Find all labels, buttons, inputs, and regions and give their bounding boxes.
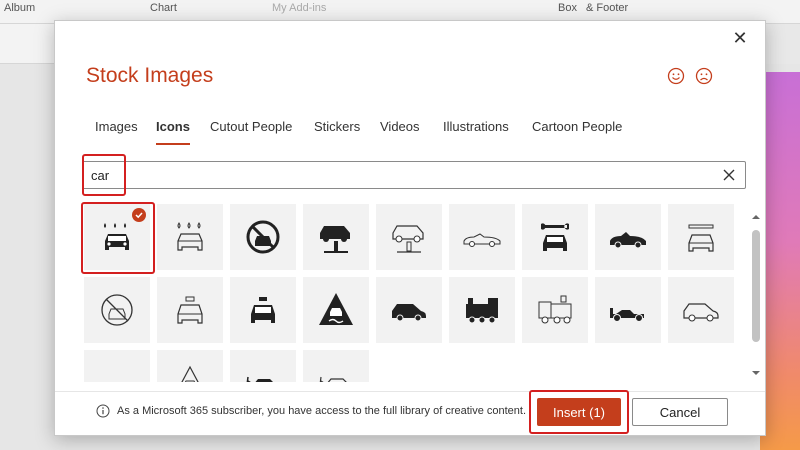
no-car-icon <box>246 220 280 254</box>
icon-tile-hatchback[interactable] <box>376 277 442 343</box>
car-wash-icon <box>104 223 129 250</box>
taxi-outline-icon <box>177 296 203 324</box>
info-icon <box>96 404 110 418</box>
no-car-outline-icon <box>101 294 133 326</box>
icon-tile-car-lift-outline[interactable] <box>376 204 442 270</box>
tab-cutout-people[interactable]: Cutout People <box>210 119 292 134</box>
icon-tile-no-car[interactable] <box>230 204 296 270</box>
electric-car-outline-icon <box>319 376 347 382</box>
icon-tile-race-car[interactable] <box>595 277 661 343</box>
electric-car-icon <box>246 376 273 382</box>
ribbon-album-label[interactable]: Album <box>4 2 35 14</box>
icon-tile-slippery-road[interactable] <box>303 277 369 343</box>
icon-tile-convertible-outline[interactable] <box>449 204 515 270</box>
icon-tile-electric-car-outline[interactable] <box>303 350 369 382</box>
cancel-button[interactable]: Cancel <box>632 398 728 426</box>
close-button[interactable]: ✕ <box>729 27 751 49</box>
icon-tile-taxi[interactable] <box>230 277 296 343</box>
convertible-car-icon <box>610 232 646 249</box>
ribbon-chart-label[interactable]: Chart <box>150 2 177 14</box>
locomotive-icon <box>466 298 498 324</box>
icon-tile-no-car-outline[interactable] <box>84 277 150 343</box>
icon-tile-car-wash-outline[interactable] <box>157 204 223 270</box>
scroll-down-icon[interactable] <box>751 368 761 378</box>
search-box <box>82 161 746 189</box>
race-car-icon <box>610 308 644 322</box>
scroll-thumb[interactable] <box>752 230 760 342</box>
ribbon-addins-label[interactable]: My Add-ins <box>272 2 326 14</box>
tab-illustrations[interactable]: Illustrations <box>443 119 509 134</box>
search-input[interactable] <box>91 166 691 184</box>
scroll-up-icon[interactable] <box>751 212 761 222</box>
icon-tile-taxi-outline[interactable] <box>157 277 223 343</box>
icon-tile-slippery-road-outline[interactable] <box>157 350 223 382</box>
car-repair-outline-icon <box>688 224 714 252</box>
tab-images[interactable]: Images <box>95 119 138 134</box>
icon-grid <box>84 204 744 382</box>
tab-icons[interactable]: Icons <box>156 119 190 145</box>
icon-tile-car-repair[interactable] <box>522 204 588 270</box>
car-lift-outline-icon <box>392 225 424 253</box>
frown-feedback-icon[interactable] <box>695 67 713 85</box>
slide-preview <box>760 72 800 450</box>
selected-check-icon <box>132 208 146 222</box>
locomotive-outline-icon <box>538 295 572 324</box>
slippery-road-sign-icon <box>319 293 353 325</box>
insert-button[interactable]: Insert (1) <box>537 398 621 426</box>
clear-search-icon[interactable] <box>721 167 737 183</box>
car-lift-icon <box>320 226 350 253</box>
hatchback-outline-icon <box>683 303 719 322</box>
icon-tile-electric-car[interactable] <box>230 350 296 382</box>
tab-videos[interactable]: Videos <box>380 119 420 134</box>
icon-tile-locomotive-outline[interactable] <box>522 277 588 343</box>
smile-feedback-icon[interactable] <box>667 67 685 85</box>
icon-grid-scrollbar[interactable] <box>749 204 763 382</box>
hatchback-car-icon <box>392 304 426 322</box>
footer-divider <box>55 391 765 392</box>
left-toolbar <box>0 24 54 84</box>
car-repair-icon <box>541 223 569 251</box>
icon-tile-car-wash[interactable] <box>84 204 150 270</box>
icon-tile-car-lift[interactable] <box>303 204 369 270</box>
icon-tile-locomotive[interactable] <box>449 277 515 343</box>
stock-images-dialog: ✕ Stock Images Images Icons Cutout Peopl… <box>54 20 766 436</box>
tab-cartoon-people[interactable]: Cartoon People <box>532 119 622 134</box>
slippery-road-outline-icon <box>181 365 199 382</box>
race-car-outline-icon <box>97 363 137 382</box>
car-wash-outline-icon <box>177 222 203 251</box>
convertible-outline-icon <box>463 233 501 247</box>
dialog-title: Stock Images <box>86 64 214 87</box>
icon-tile-race-car-outline[interactable] <box>84 350 150 382</box>
ribbon-box-label[interactable]: Box <box>558 2 577 14</box>
icon-tile-convertible-car[interactable] <box>595 204 661 270</box>
subscriber-info-text: As a Microsoft 365 subscriber, you have … <box>117 405 527 417</box>
tab-stickers[interactable]: Stickers <box>314 119 360 134</box>
ribbon-footer-label[interactable]: & Footer <box>586 2 628 14</box>
icon-tile-hatchback-outline[interactable] <box>668 277 734 343</box>
taxi-icon <box>251 297 275 323</box>
icon-tile-car-repair-outline[interactable] <box>668 204 734 270</box>
